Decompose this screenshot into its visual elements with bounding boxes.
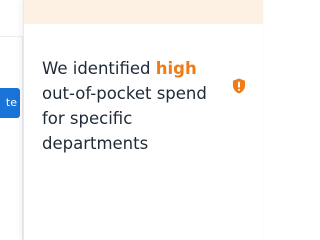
page: te We identified high out-of-pocket spen… bbox=[0, 0, 263, 240]
action-button[interactable]: te bbox=[0, 88, 20, 118]
shield-alert-icon bbox=[232, 78, 246, 94]
insight-message: We identified high out-of-pocket spend f… bbox=[42, 56, 217, 156]
insight-card: We identified high out-of-pocket spend f… bbox=[23, 0, 263, 240]
action-button-label: te bbox=[5, 96, 17, 109]
background-panel bbox=[0, 36, 23, 240]
insight-text-before: We identified bbox=[42, 59, 156, 78]
card-header-band bbox=[24, 0, 263, 24]
insight-text-after: out-of-pocket spend for specific departm… bbox=[42, 84, 207, 153]
insight-highlight: high bbox=[155, 59, 197, 78]
